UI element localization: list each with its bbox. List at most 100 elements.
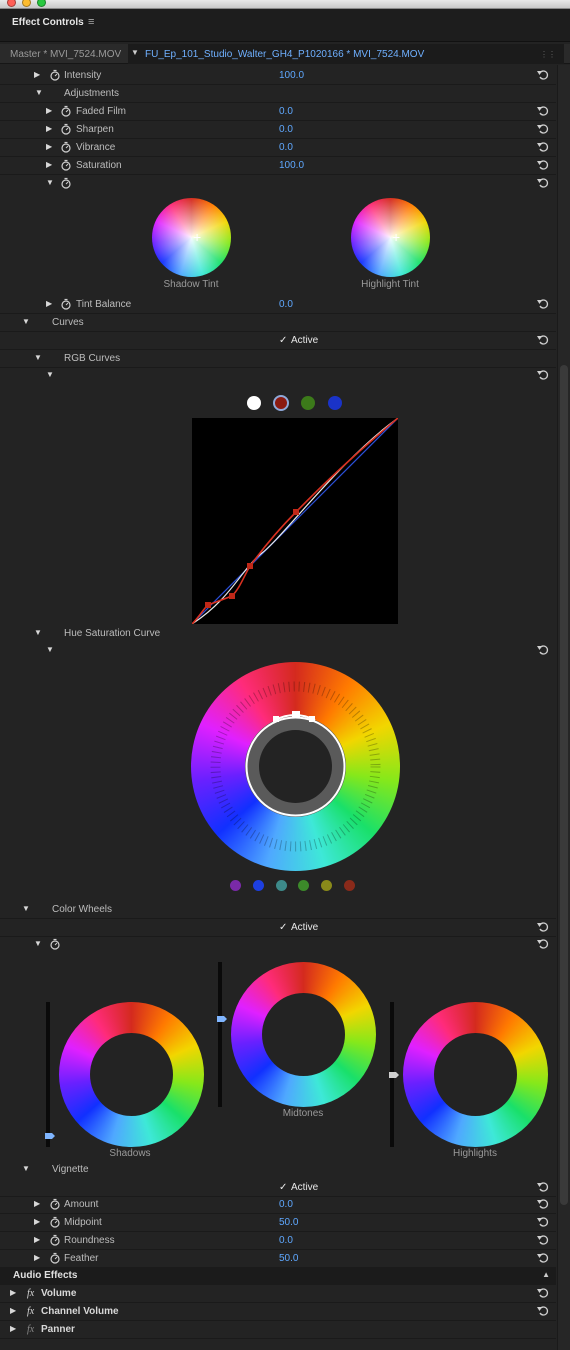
reset-icon[interactable] bbox=[536, 104, 550, 118]
stopwatch-icon[interactable] bbox=[49, 69, 61, 81]
stopwatch-icon[interactable] bbox=[49, 1216, 61, 1228]
fx-icon[interactable]: fx bbox=[27, 1306, 34, 1317]
stopwatch-icon[interactable] bbox=[49, 1198, 61, 1210]
vertical-scrollbar[interactable] bbox=[557, 65, 570, 1350]
intensity-value[interactable]: 100.0 bbox=[279, 70, 304, 81]
amount-value[interactable]: 0.0 bbox=[279, 1199, 293, 1210]
stopwatch-icon[interactable] bbox=[60, 177, 72, 189]
expand-triangle-icon[interactable]: ▶ bbox=[46, 106, 54, 116]
reset-icon[interactable] bbox=[536, 1233, 550, 1247]
hue-preset-yellow-button[interactable] bbox=[321, 880, 332, 891]
hamburger-menu-icon[interactable]: ≡ bbox=[88, 16, 94, 28]
reset-icon[interactable] bbox=[536, 140, 550, 154]
collapse-triangle-icon[interactable]: ▼ bbox=[22, 904, 30, 914]
rgb-curve-graph[interactable] bbox=[192, 418, 398, 624]
channel-red-button[interactable] bbox=[273, 395, 289, 411]
expand-triangle-icon[interactable]: ▶ bbox=[10, 1324, 18, 1334]
channel-green-button[interactable] bbox=[301, 396, 315, 410]
reset-icon[interactable] bbox=[536, 158, 550, 172]
fx-icon[interactable]: fx bbox=[27, 1324, 34, 1335]
reset-icon[interactable] bbox=[536, 1197, 550, 1211]
red-curve-point[interactable] bbox=[247, 563, 253, 569]
midtones-color-wheel[interactable] bbox=[231, 962, 376, 1107]
master-clip-tab[interactable]: Master * MVI_7524.MOV bbox=[10, 49, 121, 60]
reset-icon[interactable] bbox=[536, 368, 550, 382]
collapse-triangle-icon[interactable]: ▼ bbox=[46, 178, 54, 188]
minimize-window-button[interactable] bbox=[22, 0, 31, 7]
expand-triangle-icon[interactable]: ▶ bbox=[34, 1217, 42, 1227]
collapse-up-icon[interactable]: ▲ bbox=[542, 1270, 550, 1279]
expand-triangle-icon[interactable]: ▶ bbox=[10, 1288, 18, 1298]
crosshair-icon[interactable]: + bbox=[392, 229, 400, 245]
audio-effects-header[interactable]: Audio Effects ▲ bbox=[0, 1267, 556, 1285]
stopwatch-icon[interactable] bbox=[49, 938, 61, 950]
stopwatch-icon[interactable] bbox=[49, 1252, 61, 1264]
red-curve-point[interactable] bbox=[293, 509, 299, 515]
channel-blue-button[interactable] bbox=[328, 396, 342, 410]
reset-icon[interactable] bbox=[536, 937, 550, 951]
expand-triangle-icon[interactable]: ▶ bbox=[34, 1199, 42, 1209]
expand-triangle-icon[interactable]: ▶ bbox=[34, 1235, 42, 1245]
collapse-triangle-icon[interactable]: ▼ bbox=[46, 370, 54, 380]
expand-triangle-icon[interactable]: ▶ bbox=[10, 1306, 18, 1316]
tint-balance-value[interactable]: 0.0 bbox=[279, 299, 293, 310]
shadows-color-wheel[interactable] bbox=[59, 1002, 204, 1147]
midtones-luma-slider[interactable] bbox=[217, 962, 227, 1107]
expand-triangle-icon[interactable]: ▶ bbox=[46, 160, 54, 170]
saturation-value[interactable]: 100.0 bbox=[279, 160, 304, 171]
stopwatch-icon[interactable] bbox=[60, 105, 72, 117]
panel-title[interactable]: Effect Controls bbox=[12, 17, 84, 28]
channel-master-button[interactable] bbox=[247, 396, 261, 410]
stopwatch-icon[interactable] bbox=[49, 1234, 61, 1246]
reset-icon[interactable] bbox=[536, 920, 550, 934]
sequence-clip-tab[interactable]: ▼ FU_Ep_101_Studio_Walter_GH4_P1020166 *… bbox=[128, 44, 564, 64]
hue-preset-green-button[interactable] bbox=[298, 880, 309, 891]
midtones-slider-handle[interactable] bbox=[217, 1016, 227, 1022]
chevron-down-icon[interactable]: ▼ bbox=[131, 48, 139, 57]
red-curve-point[interactable] bbox=[205, 602, 211, 608]
vibrance-value[interactable]: 0.0 bbox=[279, 142, 293, 153]
reset-icon[interactable] bbox=[536, 643, 550, 657]
expand-triangle-icon[interactable]: ▶ bbox=[46, 299, 54, 309]
hue-preset-purple-button[interactable] bbox=[230, 880, 241, 891]
close-window-button[interactable] bbox=[7, 0, 16, 7]
shadows-luma-slider[interactable] bbox=[45, 1002, 55, 1147]
zoom-window-button[interactable] bbox=[37, 0, 46, 7]
reset-icon[interactable] bbox=[536, 1304, 550, 1318]
collapse-triangle-icon[interactable]: ▼ bbox=[34, 628, 42, 638]
hue-preset-blue-button[interactable] bbox=[253, 880, 264, 891]
red-curve-point[interactable] bbox=[229, 593, 235, 599]
stopwatch-icon[interactable] bbox=[60, 141, 72, 153]
highlights-slider-handle[interactable] bbox=[389, 1072, 399, 1078]
expand-triangle-icon[interactable]: ▶ bbox=[34, 70, 42, 80]
stopwatch-icon[interactable] bbox=[60, 298, 72, 310]
color-wheels-active-checkbox[interactable]: ✓ bbox=[279, 922, 287, 933]
hue-preset-teal-button[interactable] bbox=[276, 880, 287, 891]
hue-preset-red-button[interactable] bbox=[344, 880, 355, 891]
scrollbar-thumb[interactable] bbox=[560, 365, 568, 1205]
curves-active-checkbox[interactable]: ✓ bbox=[279, 335, 287, 346]
fx-icon[interactable]: fx bbox=[27, 1288, 34, 1299]
reset-icon[interactable] bbox=[536, 176, 550, 190]
collapse-triangle-icon[interactable]: ▼ bbox=[34, 939, 42, 949]
reset-icon[interactable] bbox=[536, 122, 550, 136]
highlights-luma-slider[interactable] bbox=[389, 1002, 399, 1147]
roundness-value[interactable]: 0.0 bbox=[279, 1235, 293, 1246]
reset-icon[interactable] bbox=[536, 333, 550, 347]
highlights-color-wheel[interactable] bbox=[403, 1002, 548, 1147]
reset-icon[interactable] bbox=[536, 297, 550, 311]
reset-icon[interactable] bbox=[536, 68, 550, 82]
stopwatch-icon[interactable] bbox=[60, 159, 72, 171]
expand-triangle-icon[interactable]: ▶ bbox=[46, 142, 54, 152]
faded-film-value[interactable]: 0.0 bbox=[279, 106, 293, 117]
expand-triangle-icon[interactable]: ▶ bbox=[34, 1253, 42, 1263]
shadows-slider-handle[interactable] bbox=[45, 1133, 55, 1139]
reset-icon[interactable] bbox=[536, 1215, 550, 1229]
reset-icon[interactable] bbox=[536, 1286, 550, 1300]
hue-sat-point[interactable] bbox=[292, 711, 300, 717]
sharpen-value[interactable]: 0.0 bbox=[279, 124, 293, 135]
midpoint-value[interactable]: 50.0 bbox=[279, 1217, 298, 1228]
collapse-triangle-icon[interactable]: ▼ bbox=[35, 88, 43, 98]
hue-sat-curve-overlay[interactable] bbox=[191, 662, 400, 871]
hue-sat-point[interactable] bbox=[273, 716, 279, 722]
